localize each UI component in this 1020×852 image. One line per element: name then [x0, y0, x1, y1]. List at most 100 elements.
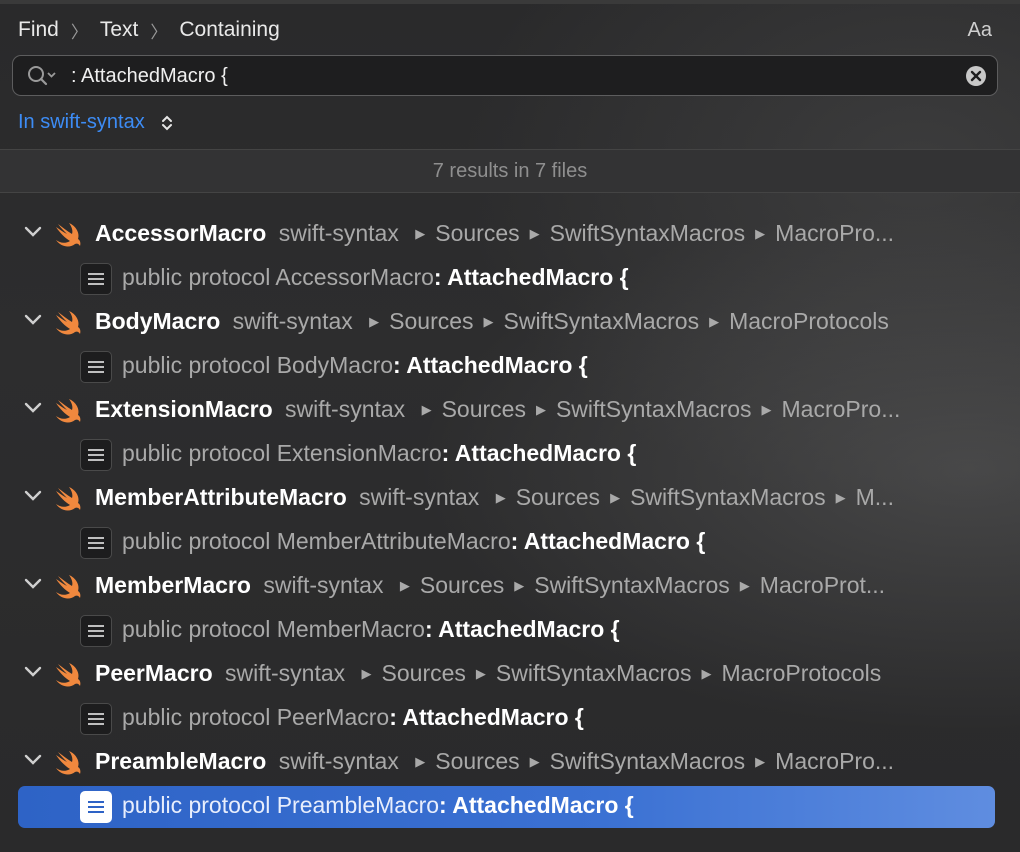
search-input[interactable]: [71, 63, 951, 89]
match-prefix: public protocol AccessorMacro: [122, 264, 434, 290]
swift-file-icon: [56, 751, 81, 775]
path-component: MacroPro...: [775, 220, 895, 246]
path-component: MacroPro...: [781, 396, 901, 422]
result-match-row[interactable]: public protocol MemberAttributeMacro: At…: [0, 522, 1020, 566]
file-name: BodyMacro: [95, 308, 221, 334]
match-prefix: public protocol BodyMacro: [122, 352, 394, 378]
match-prefix: public protocol PeerMacro: [122, 704, 390, 730]
chevron-down-icon[interactable]: [24, 754, 42, 766]
breadcrumb: Find 〉 Text 〉 Containing: [18, 17, 280, 43]
match-line: public protocol MemberMacro: AttachedMac…: [122, 616, 620, 643]
match-line: public protocol BodyMacro: AttachedMacro…: [122, 352, 588, 379]
swift-file-icon: [56, 311, 81, 335]
path-first: swift-syntax: [225, 660, 346, 686]
chevron-down-icon[interactable]: [24, 226, 42, 238]
path-separator-icon: ▶: [415, 754, 426, 769]
breadcrumb-text[interactable]: Text: [100, 18, 139, 42]
result-match-row[interactable]: public protocol AccessorMacro: AttachedM…: [0, 258, 1020, 302]
path-component: Sources: [389, 308, 474, 334]
match-line: public protocol MemberAttributeMacro: At…: [122, 528, 705, 555]
path-separator-icon: ▶: [739, 578, 750, 593]
match-case-button[interactable]: Aa: [968, 19, 992, 42]
path-separator-icon: ▶: [835, 490, 846, 505]
path-component: SwiftSyntaxMacros: [534, 572, 730, 598]
result-match-row[interactable]: public protocol BodyMacro: AttachedMacro…: [0, 346, 1020, 390]
path-separator-icon: ▶: [495, 490, 506, 505]
path-component: Sources: [419, 572, 505, 598]
text-document-icon: [80, 439, 112, 471]
path-component: M...: [855, 484, 894, 510]
text-document-icon: [80, 703, 112, 735]
match-highlight: : AttachedMacro {: [393, 352, 588, 378]
result-match-row[interactable]: public protocol MemberMacro: AttachedMac…: [0, 610, 1020, 654]
match-line: public protocol AccessorMacro: AttachedM…: [122, 264, 629, 291]
result-file-row[interactable]: MemberAttributeMacro swift-syntax ▶ Sourc…: [0, 478, 1020, 522]
path-separator-icon: ▶: [361, 666, 372, 681]
path-component: Sources: [435, 220, 520, 246]
path-component: SwiftSyntaxMacros: [495, 660, 692, 686]
match-line: public protocol ExtensionMacro: Attached…: [122, 440, 636, 467]
scope-label[interactable]: In swift-syntax: [18, 111, 145, 134]
path-component: MacroProtocols: [729, 308, 889, 334]
path-separator-icon: ▶: [475, 666, 486, 681]
path-separator-icon: ▶: [415, 226, 426, 241]
clear-icon[interactable]: [965, 65, 987, 87]
path-separator-icon: ▶: [755, 754, 766, 769]
path-separator-icon: ▶: [483, 314, 494, 329]
result-match-row[interactable]: public protocol PreambleMacro: AttachedM…: [0, 786, 1020, 830]
breadcrumb-separator-icon: 〉: [70, 22, 88, 42]
path-first: swift-syntax: [278, 748, 399, 774]
result-file-row[interactable]: BodyMacro swift-syntax ▶ Sources ▶ SwiftSyn…: [0, 302, 1020, 346]
search-icon[interactable]: [27, 65, 57, 87]
result-match-row[interactable]: public protocol PeerMacro: AttachedMacro…: [0, 698, 1020, 742]
result-file-row[interactable]: AccessorMacro swift-syntax ▶ Sources ▶ Swif…: [0, 214, 1020, 258]
chevron-down-icon[interactable]: [24, 314, 42, 326]
breadcrumb-containing[interactable]: Containing: [179, 18, 279, 42]
result-match-row[interactable]: public protocol ExtensionMacro: Attached…: [0, 434, 1020, 478]
result-file-row[interactable]: PeerMacro swift-syntax ▶ Sources ▶ SwiftSyn…: [0, 654, 1020, 698]
file-line: PeerMacro swift-syntax ▶ Sources ▶ SwiftSyn…: [95, 660, 975, 687]
path-separator-icon: ▶: [709, 314, 720, 329]
match-highlight: : AttachedMacro {: [433, 264, 629, 290]
chevron-down-icon[interactable]: [24, 402, 42, 414]
path-separator-icon: ▶: [610, 490, 621, 505]
path-separator-icon: ▶: [369, 314, 380, 329]
results-list: AccessorMacro swift-syntax ▶ Sources ▶ Swif…: [0, 214, 1020, 830]
match-line: public protocol PeerMacro: AttachedMacro…: [122, 704, 584, 731]
path-separator-icon: ▶: [701, 666, 712, 681]
breadcrumb-find[interactable]: Find: [18, 18, 59, 42]
match-prefix: public protocol MemberAttributeMacro: [122, 528, 511, 554]
text-document-icon: [80, 615, 112, 647]
scope-selector[interactable]: In swift-syntax: [18, 111, 173, 134]
results-count: 7 results in 7 files: [432, 160, 588, 182]
path-component: MacroPro...: [775, 748, 895, 774]
path-component: Sources: [381, 660, 466, 686]
path-component: Sources: [515, 484, 601, 510]
path-separator-icon: ▶: [399, 578, 410, 593]
path-component: MacroProt...: [759, 572, 886, 598]
file-line: MemberAttributeMacro swift-syntax ▶ Sourc…: [95, 484, 975, 511]
path-separator-icon: ▶: [514, 578, 525, 593]
path-separator-icon: ▶: [529, 226, 540, 241]
result-file-row[interactable]: MemberMacro swift-syntax ▶ Sources ▶ SwiftS…: [0, 566, 1020, 610]
path-component: SwiftSyntaxMacros: [549, 748, 746, 774]
divider: [0, 192, 1020, 193]
result-file-row[interactable]: ExtensionMacro swift-syntax ▶ Sources ▶ Swi…: [0, 390, 1020, 434]
file-line: AccessorMacro swift-syntax ▶ Sources ▶ Swif…: [95, 220, 975, 247]
result-file-row[interactable]: PreambleMacro swift-syntax ▶ Sources ▶ Swif…: [0, 742, 1020, 786]
breadcrumb-separator-icon: 〉: [150, 22, 168, 42]
text-document-icon: [80, 263, 112, 295]
file-name: PeerMacro: [95, 660, 213, 686]
path-component: Sources: [441, 396, 526, 422]
chevron-down-icon[interactable]: [24, 490, 42, 502]
path-separator-icon: ▶: [421, 402, 432, 417]
file-line: MemberMacro swift-syntax ▶ Sources ▶ SwiftS…: [95, 572, 975, 599]
chevron-down-icon[interactable]: [24, 578, 42, 590]
file-line: PreambleMacro swift-syntax ▶ Sources ▶ Swif…: [95, 748, 975, 775]
swift-file-icon: [56, 223, 81, 247]
path-component: SwiftSyntaxMacros: [503, 308, 700, 334]
chevron-up-down-icon[interactable]: [161, 114, 173, 132]
path-component: Sources: [435, 748, 520, 774]
search-field[interactable]: [12, 55, 998, 96]
chevron-down-icon[interactable]: [24, 666, 42, 678]
